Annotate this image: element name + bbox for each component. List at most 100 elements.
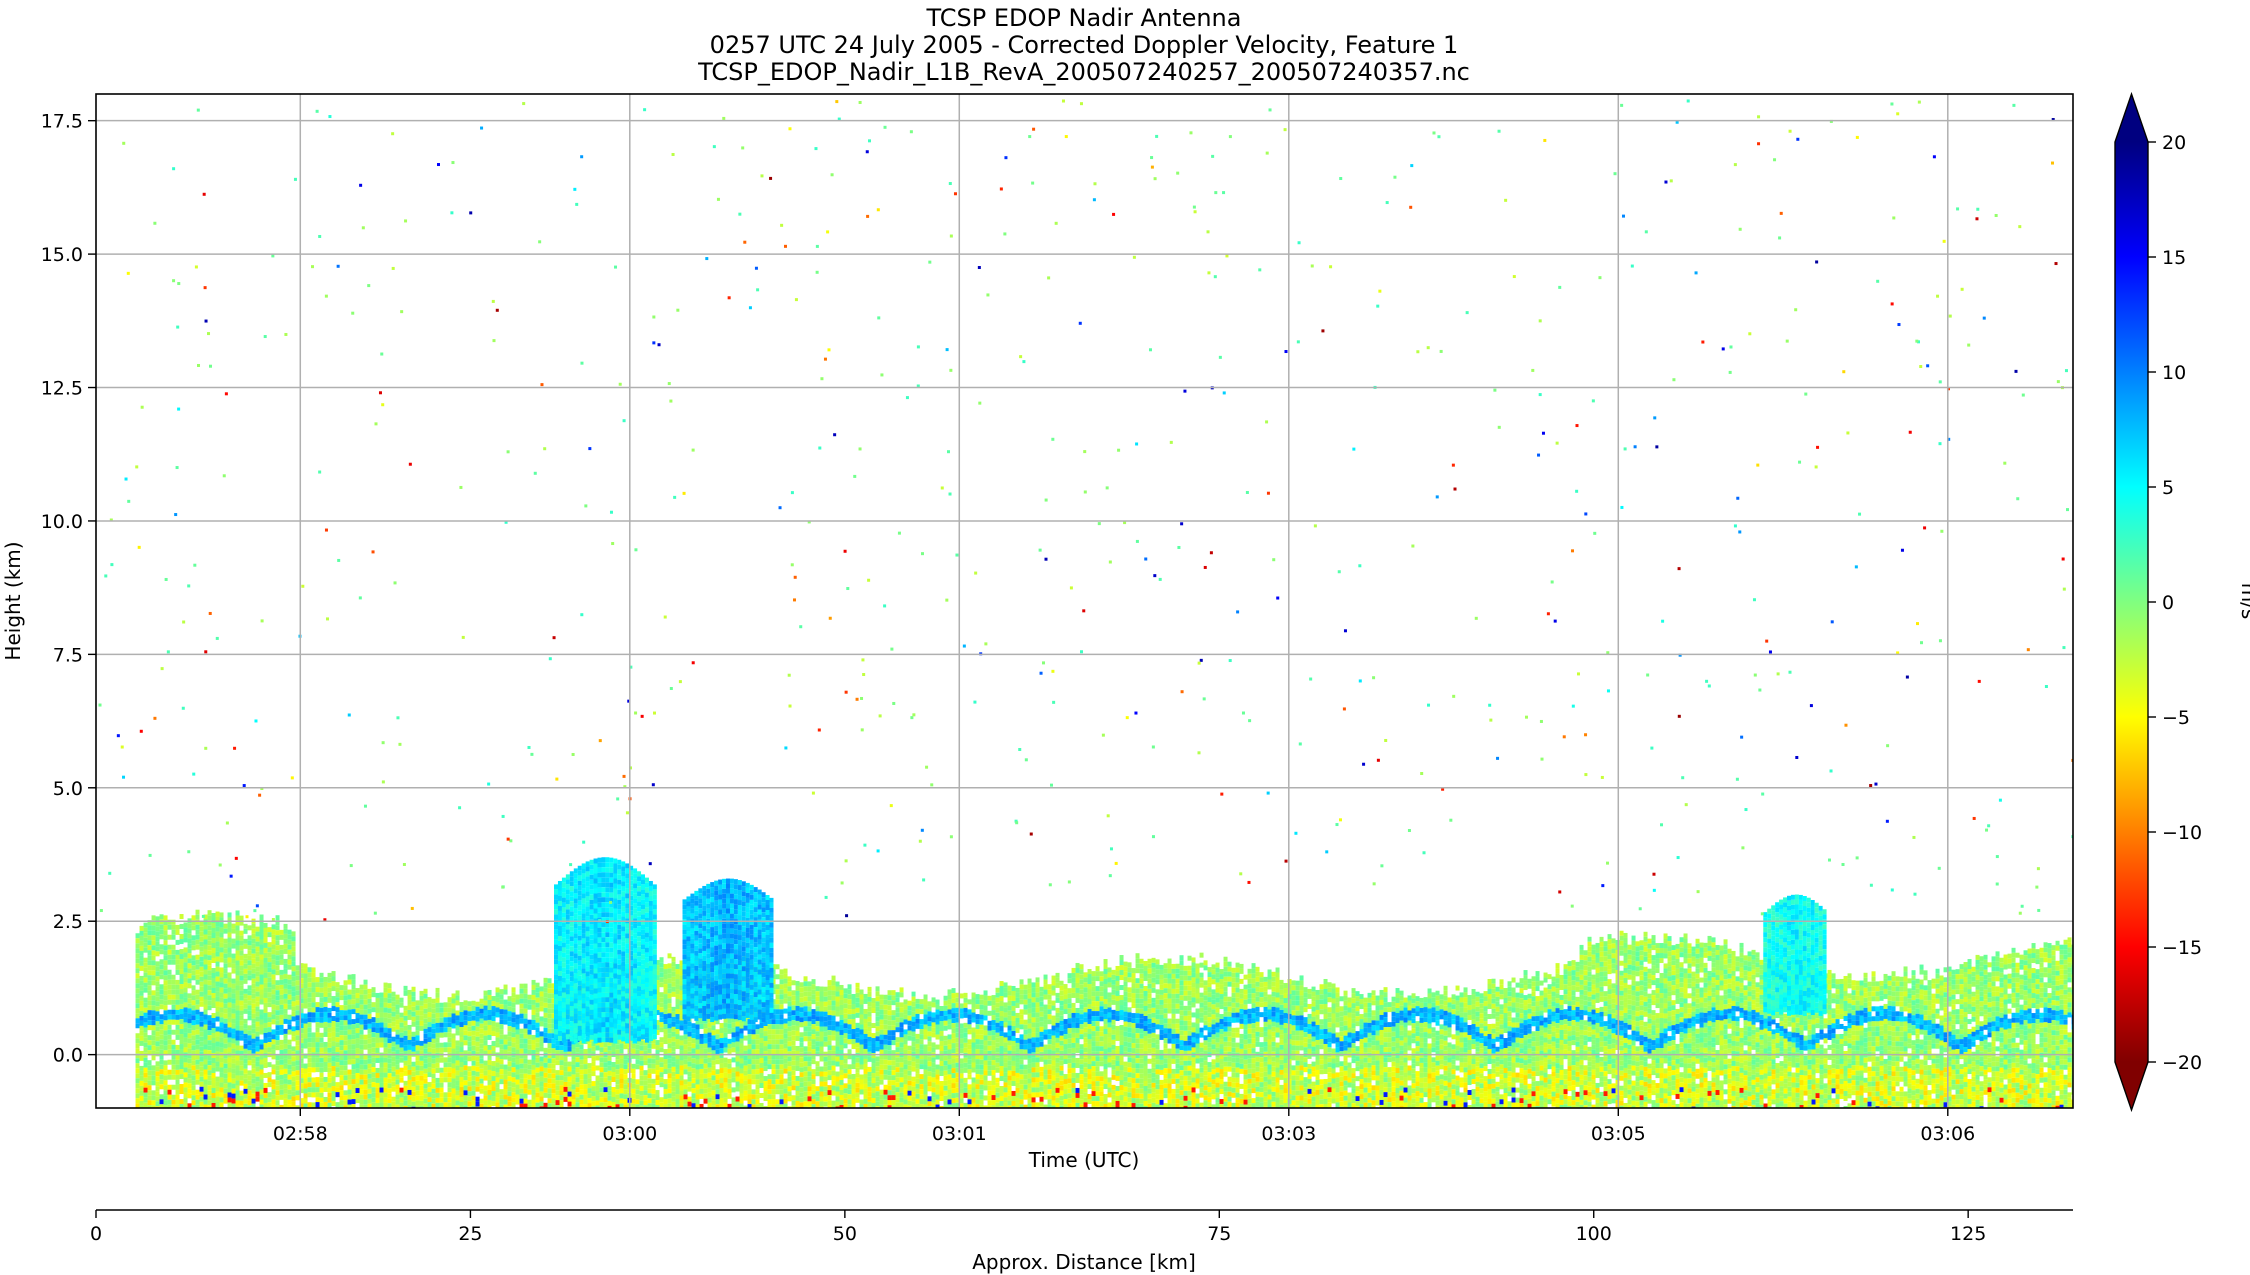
heat-cell: [835, 1041, 840, 1047]
heat-cell: [663, 1034, 668, 1040]
heat-cell: [267, 1082, 272, 1088]
heat-cell: [263, 987, 268, 993]
heat-cell: [679, 1060, 684, 1066]
heat-cell: [151, 1020, 156, 1026]
heat-cell: [171, 999, 176, 1005]
heat-cell: [251, 1033, 256, 1039]
heat-cell: [271, 1039, 276, 1045]
heat-cell: [179, 1019, 184, 1025]
heat-cell: [431, 1023, 436, 1029]
heat-cell: [263, 1072, 268, 1078]
heat-cell: [527, 1034, 532, 1040]
heat-cell: [339, 1065, 344, 1071]
heat-cell: [823, 1086, 828, 1092]
heat-cell: [151, 925, 156, 931]
heat-cell: [211, 1023, 216, 1029]
heat-cell: [315, 1097, 320, 1103]
heat-cell: [471, 1040, 476, 1046]
heat-cell: [723, 1047, 728, 1053]
heat-cell: [367, 1093, 372, 1099]
heat-cell: [363, 1104, 368, 1108]
heat-cell: [267, 982, 272, 988]
heat-cell: [283, 973, 288, 979]
heat-cell: [423, 1068, 428, 1074]
heat-cell: [323, 1031, 328, 1037]
heat-cell: [195, 914, 200, 920]
heat-cell: [459, 1027, 464, 1033]
heat-cell: [799, 1062, 804, 1068]
heat-cell: [539, 1081, 544, 1087]
heat-cell: [475, 1076, 480, 1082]
heat-cell: [211, 1033, 216, 1039]
heat-cell: [775, 1049, 780, 1055]
heat-cell: [675, 969, 680, 975]
heat-cell: [323, 1026, 328, 1032]
heat-cell: [479, 998, 484, 1004]
heat-cell: [387, 1078, 392, 1084]
heat-cell: [251, 958, 256, 964]
heat-cell: [427, 1097, 432, 1103]
heat-cell: [563, 1071, 568, 1077]
heat-cell: [367, 1078, 372, 1084]
heat-cell: [787, 1091, 792, 1097]
heat-cell: [467, 1021, 472, 1027]
heat-cell: [231, 1038, 236, 1044]
heat-cell: [799, 1057, 804, 1063]
heat-cell: [351, 1029, 356, 1035]
heat-cell: [183, 972, 188, 978]
heat-cell: [171, 989, 176, 995]
heat-cell: [331, 1061, 336, 1067]
heat-cell: [543, 1007, 548, 1013]
heat-cell: [827, 1065, 832, 1071]
heat-cell: [827, 1025, 832, 1031]
heat-cell: [203, 1049, 208, 1055]
heat-cell: [559, 1070, 564, 1076]
heat-cell: [639, 1060, 644, 1066]
heat-cell: [519, 1043, 524, 1049]
heat-cell: [407, 1094, 412, 1100]
heat-cell: [467, 1101, 472, 1107]
heat-cell: [779, 999, 784, 1005]
heat-cell: [659, 982, 664, 988]
heat-cell: [411, 1031, 416, 1037]
heat-cell: [175, 979, 180, 985]
heat-cell: [359, 1059, 364, 1065]
heat-cell: [683, 1089, 688, 1095]
heat-cell: [527, 1064, 532, 1070]
heat-cell: [183, 987, 188, 993]
heat-cell: [483, 1035, 488, 1041]
heat-cell: [667, 1068, 672, 1074]
heat-cell: [843, 1023, 848, 1029]
heat-cell: [151, 990, 156, 996]
heat-cell: [179, 954, 184, 960]
heat-cell: [731, 1097, 736, 1103]
heat-cell: [499, 989, 504, 995]
heat-cell: [775, 964, 780, 970]
heat-cell: [855, 982, 860, 988]
heat-cell: [651, 1098, 656, 1104]
heat-cell: [787, 1106, 792, 1108]
heat-cell: [167, 984, 172, 990]
heat-cell: [343, 1035, 348, 1041]
heat-cell: [211, 1003, 216, 1009]
heat-cell: [515, 994, 520, 1000]
heat-cell: [335, 1037, 340, 1043]
heat-cell: [219, 1032, 224, 1038]
heat-cell: [163, 1080, 168, 1086]
heat-cell: [347, 1104, 352, 1108]
heat-cell: [827, 1070, 832, 1076]
heat-cell: [843, 1088, 848, 1094]
heat-cell: [807, 986, 812, 992]
heat-cell: [731, 1037, 736, 1043]
heat-cell: [271, 1079, 276, 1085]
heat-cell: [235, 1020, 240, 1026]
heat-cell: [643, 1080, 648, 1086]
heat-cell: [191, 940, 196, 946]
heat-cell: [835, 1091, 840, 1097]
heat-cell: [343, 1015, 348, 1021]
heat-cell: [775, 1004, 780, 1010]
heat-cell: [527, 1074, 532, 1080]
heat-cell: [759, 1072, 764, 1078]
heat-cell: [231, 968, 236, 974]
heat-cell: [207, 935, 212, 941]
